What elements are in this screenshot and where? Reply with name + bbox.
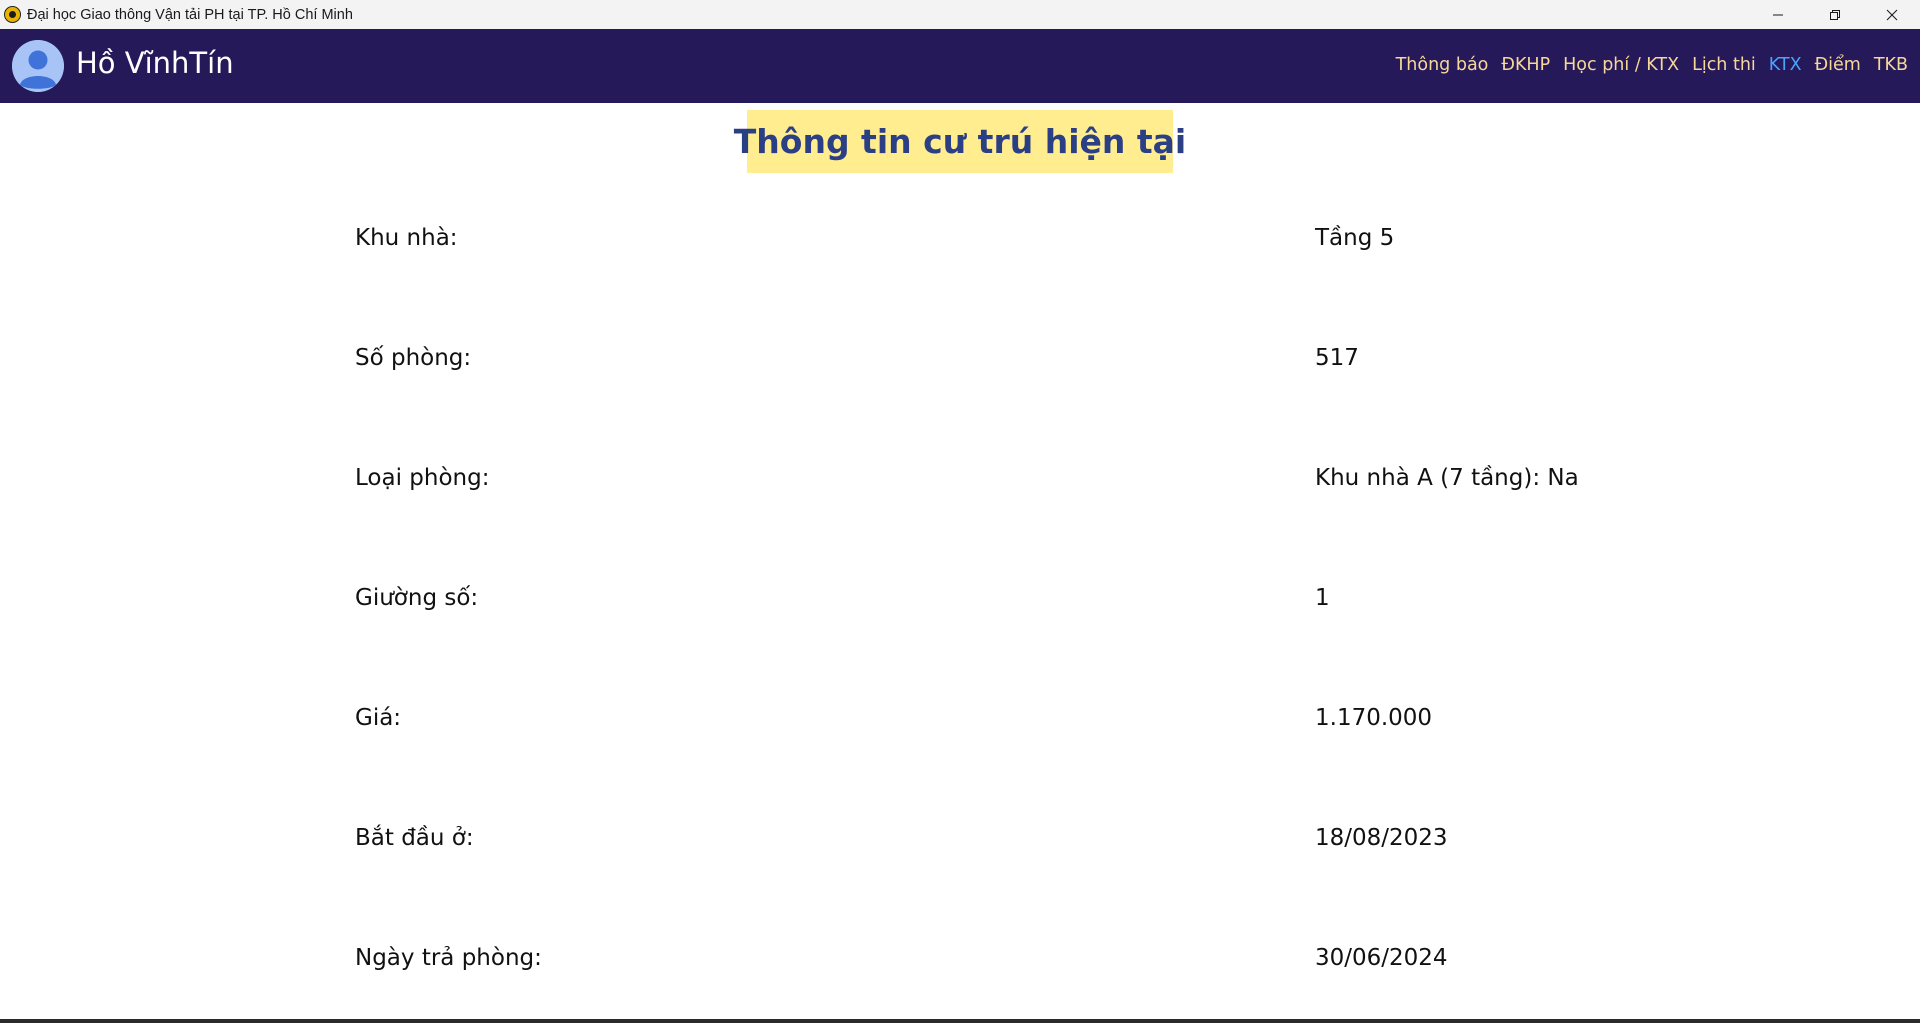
info-label: Loại phòng:: [355, 465, 490, 491]
page-title: Thông tin cư trú hiện tại: [733, 122, 1187, 161]
info-row-ngay-tra-phong: Ngày trả phòng: 30/06/2024: [0, 945, 1920, 985]
window-controls: [1749, 0, 1920, 29]
nav-item-hoc-phi-ktx[interactable]: Học phí / KTX: [1563, 53, 1679, 77]
restore-button[interactable]: [1806, 0, 1863, 29]
nav-item-thong-bao[interactable]: Thông báo: [1396, 53, 1489, 77]
restore-icon: [1829, 9, 1840, 20]
info-row-khu-nha: Khu nhà: Tầng 5: [0, 225, 1920, 265]
window-title: Đại học Giao thông Vận tải PH tại TP. Hồ…: [27, 6, 353, 23]
info-row-giuong-so: Giường số: 1: [0, 585, 1920, 625]
nav-menu: Thông báo ĐKHP Học phí / KTX Lịch thi KT…: [1396, 53, 1908, 77]
info-value: 1: [1315, 585, 1330, 611]
page-title-banner: Thông tin cư trú hiện tại: [734, 110, 1186, 173]
info-label: Bắt đầu ở:: [355, 825, 474, 851]
info-row-gia: Giá: 1.170.000: [0, 705, 1920, 745]
top-navbar: Hồ VĩnhTín Thông báo ĐKHP Học phí / KTX …: [0, 29, 1920, 103]
nav-item-lich-thi[interactable]: Lịch thi: [1692, 53, 1756, 77]
minimize-button[interactable]: [1749, 0, 1806, 29]
info-value: 30/06/2024: [1315, 945, 1448, 971]
info-row-bat-dau-o: Bắt đầu ở: 18/08/2023: [0, 825, 1920, 865]
avatar[interactable]: [12, 40, 64, 92]
info-value: 18/08/2023: [1315, 825, 1448, 851]
info-row-loai-phong: Loại phòng: Khu nhà A (7 tầng): Na: [0, 465, 1920, 505]
university-logo-icon: [4, 6, 21, 23]
user-avatar-icon: [12, 40, 64, 92]
bottom-divider: [0, 1019, 1920, 1023]
nav-item-tkb[interactable]: TKB: [1874, 53, 1908, 77]
nav-item-dkhp[interactable]: ĐKHP: [1501, 53, 1550, 77]
info-value: Tầng 5: [1315, 225, 1395, 251]
user-name: Hồ VĩnhTín: [76, 46, 234, 80]
window-titlebar: Đại học Giao thông Vận tải PH tại TP. Hồ…: [0, 0, 1920, 29]
info-label: Giá:: [355, 705, 402, 731]
info-value: 1.170.000: [1315, 705, 1433, 731]
info-label: Khu nhà:: [355, 225, 458, 251]
info-row-so-phong: Số phòng: 517: [0, 345, 1920, 385]
close-button[interactable]: [1863, 0, 1920, 29]
close-icon: [1886, 9, 1897, 20]
minimize-icon: [1772, 14, 1783, 15]
info-label: Số phòng:: [355, 345, 472, 371]
info-label: Giường số:: [355, 585, 479, 611]
info-label: Ngày trả phòng:: [355, 945, 542, 971]
info-value: Khu nhà A (7 tầng): Na: [1315, 465, 1579, 491]
info-value: 517: [1315, 345, 1359, 371]
nav-item-ktx[interactable]: KTX: [1769, 53, 1802, 77]
nav-item-diem[interactable]: Điểm: [1815, 53, 1861, 77]
